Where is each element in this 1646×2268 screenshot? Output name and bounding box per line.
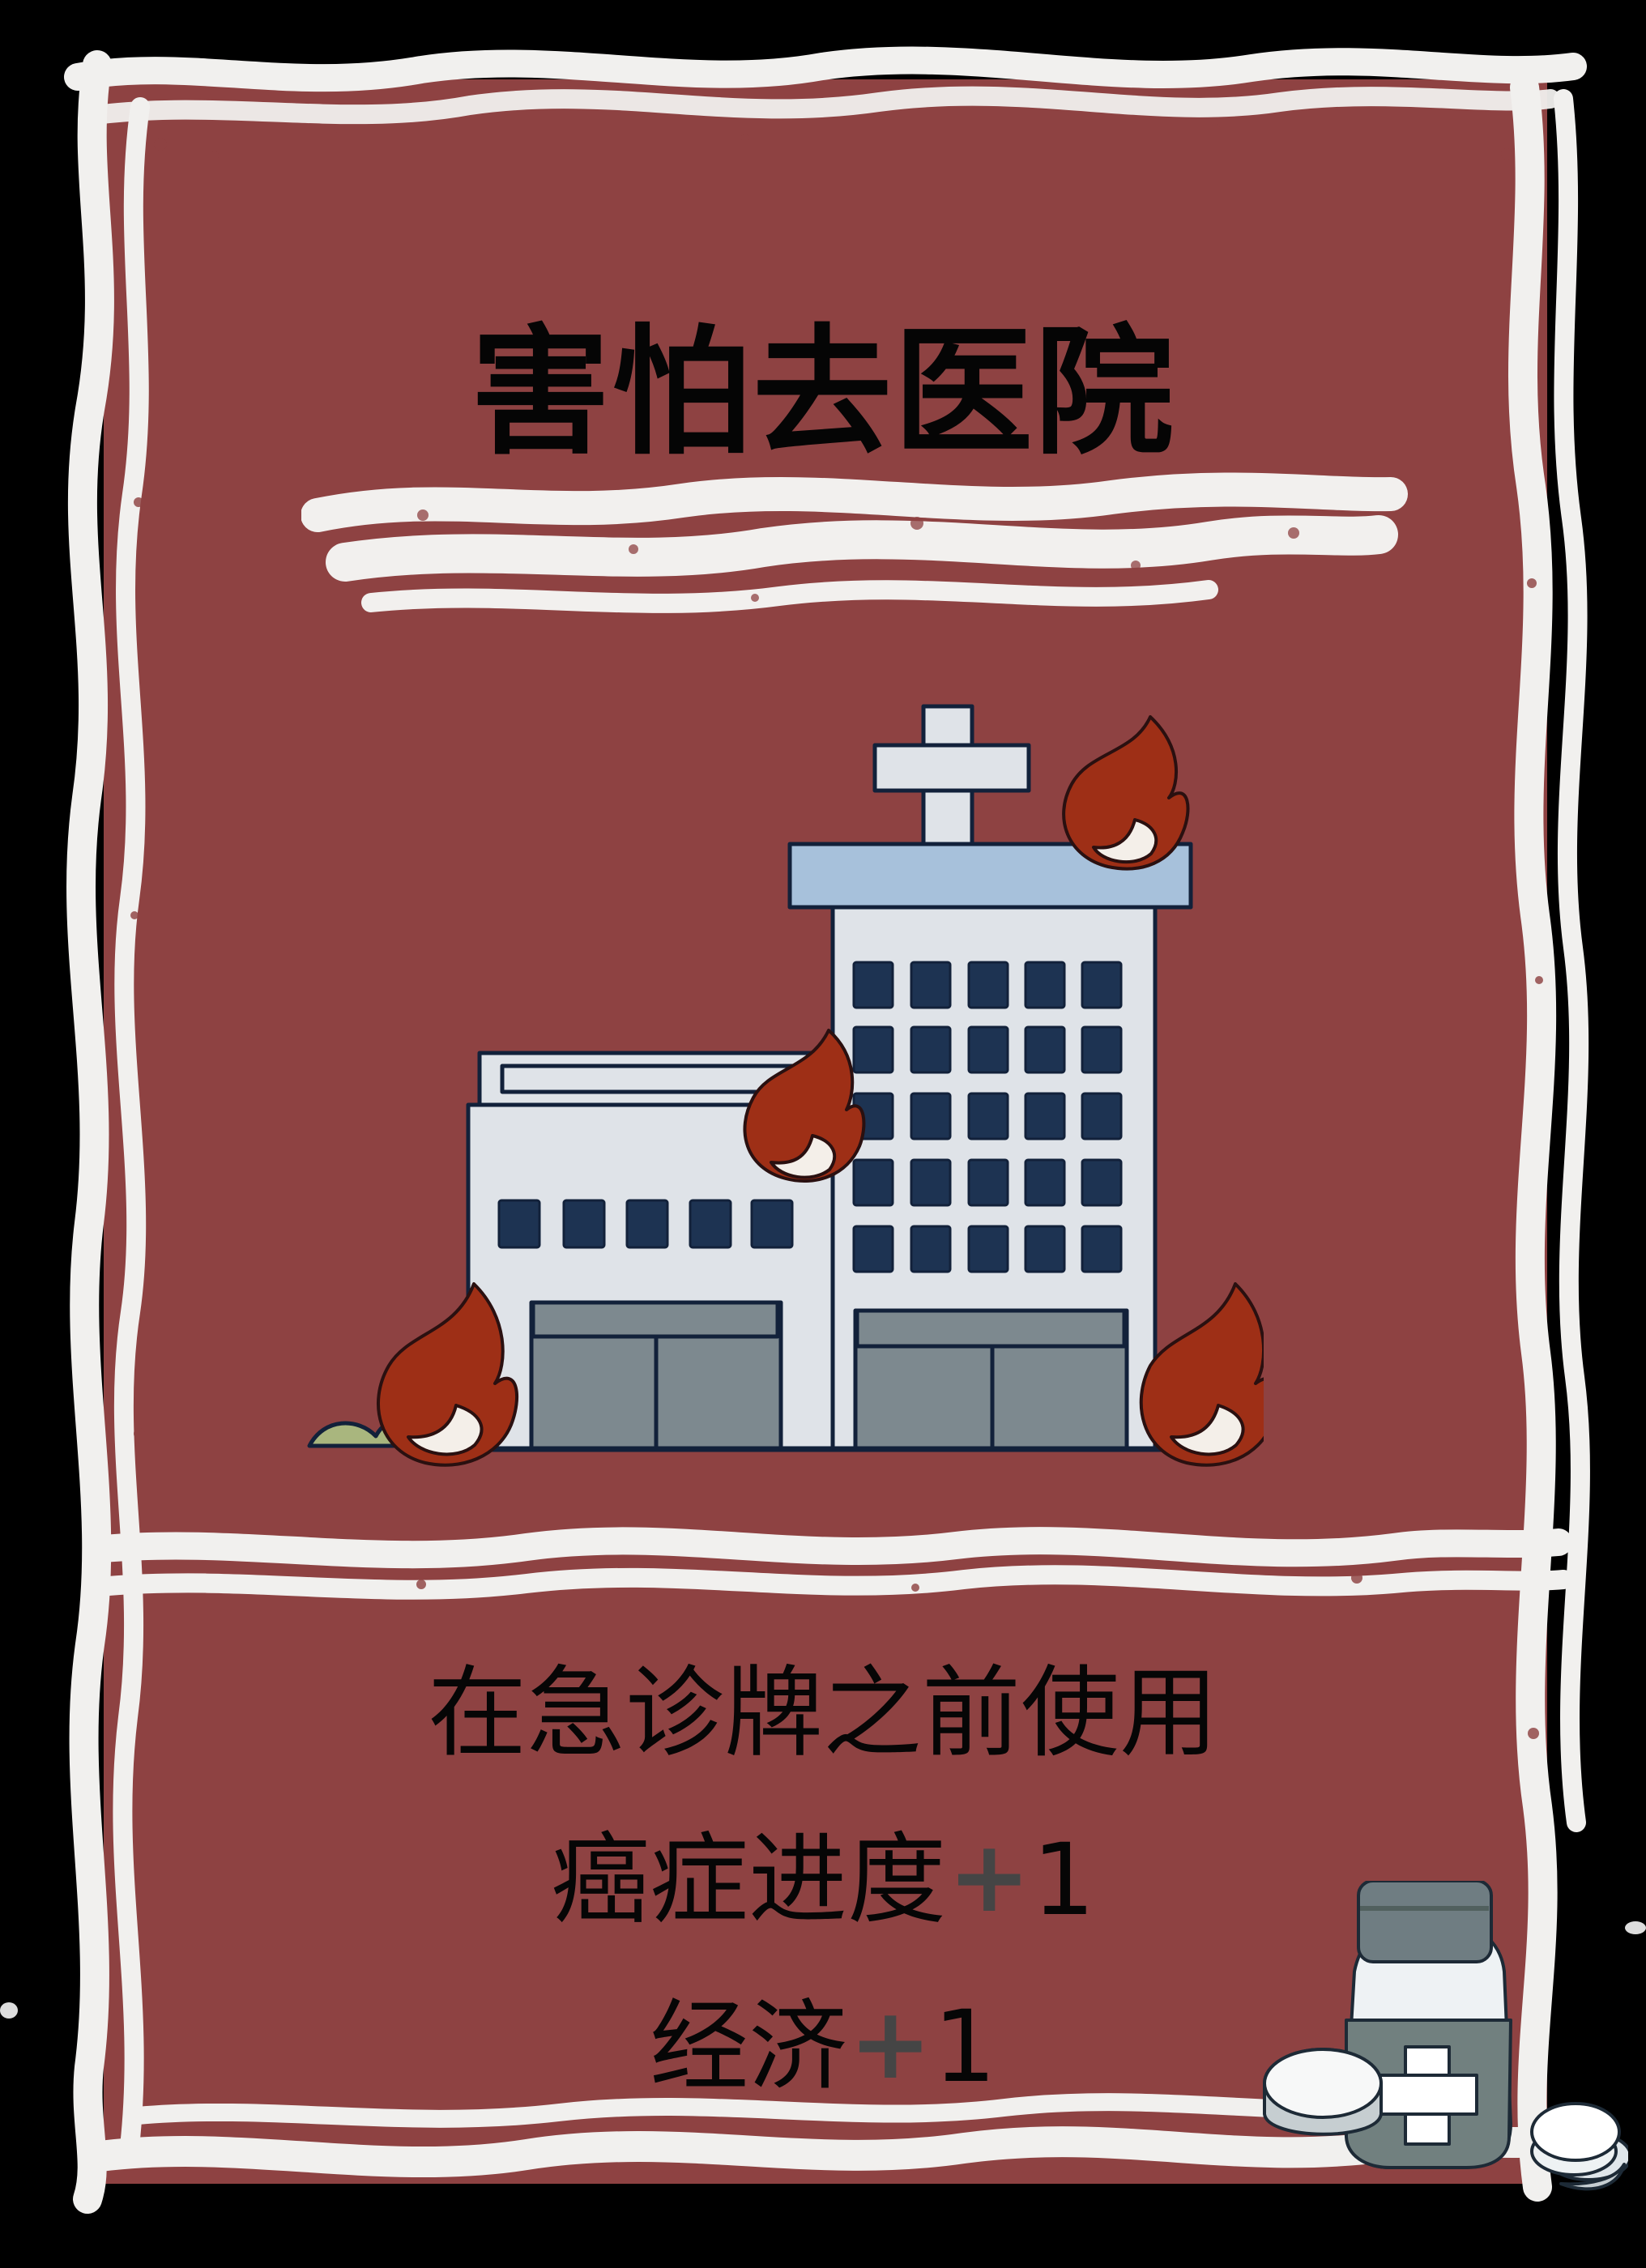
effect-value: 1 bbox=[1032, 1823, 1095, 1938]
burning-hospital-icon bbox=[307, 704, 1264, 1467]
effect-value: 1 bbox=[933, 1989, 996, 2104]
plus-icon: + bbox=[948, 1819, 1031, 1934]
effect-use-before-emergency: 在急诊牌之前使用 bbox=[0, 1632, 1646, 1799]
title-brush-underline bbox=[301, 472, 1408, 613]
effect-text: 在急诊牌之前使用 bbox=[428, 1656, 1218, 1771]
effect-text: 癌症进度 bbox=[551, 1823, 947, 1938]
right-edge-highlight bbox=[1625, 1921, 1646, 1934]
plus-icon: + bbox=[849, 1986, 932, 2101]
medicine-bottle-pills-icon bbox=[1263, 1881, 1628, 2191]
effect-text: 经济 bbox=[650, 1989, 848, 2104]
game-card-screen: 害怕去医院 在急诊牌之前使用 癌症进度+1 经济+1 bbox=[0, 0, 1646, 2268]
left-edge-highlight bbox=[0, 2002, 18, 2019]
